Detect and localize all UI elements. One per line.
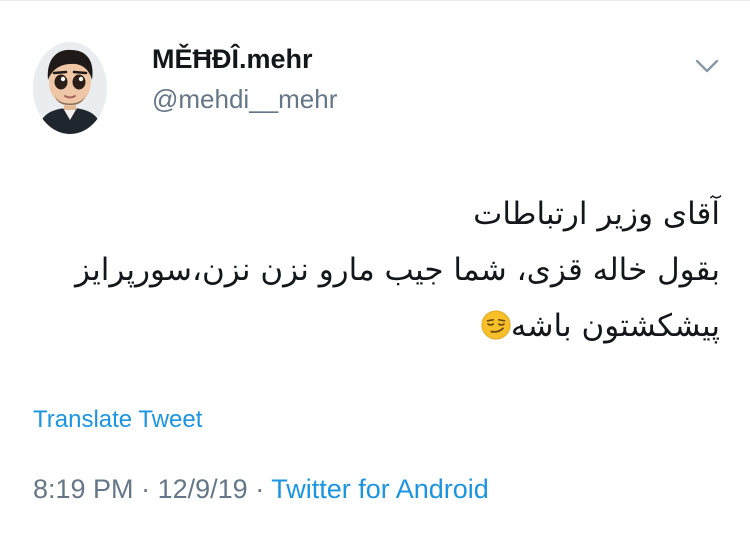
avatar-image xyxy=(33,42,107,134)
top-divider xyxy=(0,0,750,1)
user-handle[interactable]: @mehdi__mehr xyxy=(152,84,337,115)
tweet-metadata: 8:19 PM · 12/9/19 · Twitter for Android xyxy=(33,474,489,505)
tweet-time: 8:19 PM xyxy=(33,474,134,504)
tweet-line-last: پیشکشتون باشه xyxy=(30,298,720,354)
tweet-text: آقای وزیر ارتباطات بقول خاله قزی، شما جی… xyxy=(30,186,720,354)
display-name[interactable]: MĚĦÐÎ.mehr xyxy=(152,44,313,75)
tweet-source-link[interactable]: Twitter for Android xyxy=(271,474,489,504)
translate-tweet-link[interactable]: Translate Tweet xyxy=(33,406,202,434)
separator: · xyxy=(141,474,151,504)
tweet-line: آقای وزیر ارتباطات xyxy=(473,196,720,232)
chevron-down-icon[interactable] xyxy=(693,56,721,76)
separator: · xyxy=(255,474,265,504)
tweet-line: بقول خاله قزی، شما جیب مارو نزن نزن،سورپ… xyxy=(74,252,720,288)
tweet-date: 12/9/19 xyxy=(157,474,248,504)
tweet-line-text: پیشکشتون باشه xyxy=(510,308,720,344)
smirking-face-icon xyxy=(481,310,511,340)
avatar[interactable] xyxy=(33,42,107,134)
